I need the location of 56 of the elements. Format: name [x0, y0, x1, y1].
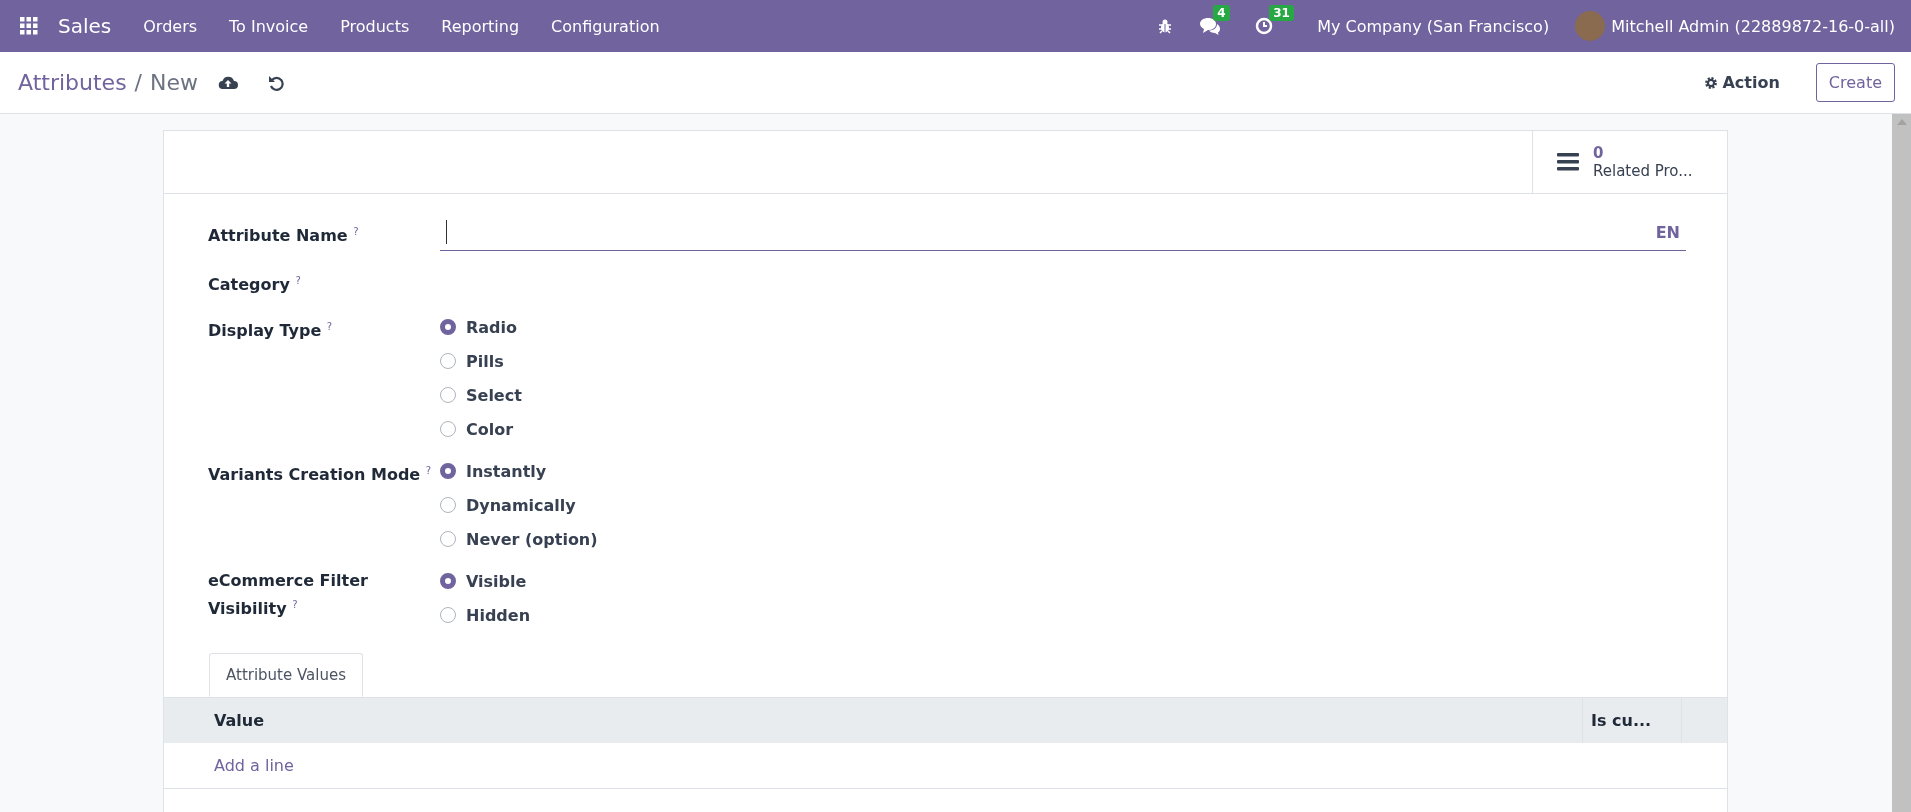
radio-label[interactable]: Dynamically [466, 495, 576, 515]
radio-button[interactable] [440, 353, 456, 370]
app-name[interactable]: Sales [58, 14, 112, 38]
menu-item[interactable]: Products [340, 16, 410, 36]
company-switcher[interactable]: My Company (San Francisco) [1317, 16, 1550, 36]
field-label: eCommerce Filter Visibility $^{?}$ [208, 570, 369, 621]
app-grid-icon[interactable] [20, 17, 38, 35]
radio-button[interactable] [440, 573, 456, 590]
cloud-upload-icon[interactable] [218, 75, 239, 90]
chat-icon[interactable] [1199, 17, 1222, 35]
menu-item[interactable]: Reporting [441, 16, 520, 36]
notebook-tab[interactable]: Attribute Values [209, 653, 363, 698]
radio-label[interactable]: Visible [466, 571, 527, 591]
breadcrumb-separator: / [134, 70, 143, 95]
undo-icon[interactable] [268, 74, 285, 91]
scroll-up-arrow-icon[interactable] [1896, 119, 1907, 125]
breadcrumb-current: New [150, 70, 199, 95]
message-count-badge: 4 [1213, 5, 1230, 21]
gear-icon [1704, 75, 1719, 90]
activity-count-badge: 31 [1269, 5, 1294, 21]
radio-label[interactable]: Radio [466, 317, 518, 337]
field-label: Attribute Name $^{?}$ [208, 225, 360, 248]
related-products-label: Related Pro... [1593, 162, 1693, 180]
field-label: Category $^{?}$ [208, 274, 302, 297]
field-label: Variants Creation Mode $^{?}$ [208, 464, 433, 487]
radio-button[interactable] [440, 387, 456, 404]
radio-label[interactable]: Select [466, 385, 522, 405]
radio-label[interactable]: Hidden [466, 605, 531, 625]
field-label: Display Type $^{?}$ [208, 320, 334, 343]
add-line-link[interactable]: Add a line [214, 756, 294, 776]
create-button[interactable]: Create [1815, 63, 1895, 102]
menu-item[interactable]: Orders [143, 16, 198, 36]
radio-button[interactable] [440, 607, 456, 624]
related-products-count: 0 [1593, 144, 1604, 162]
radio-label[interactable]: Color [466, 419, 514, 439]
radio-label[interactable]: Never (option) [466, 529, 598, 549]
scrollbar[interactable] [1892, 114, 1911, 812]
column-header[interactable]: Value [214, 711, 1582, 731]
list-icon [1557, 153, 1579, 171]
user-menu[interactable]: Mitchell Admin (22889872-16-0-all) [1611, 16, 1895, 36]
menu-item[interactable]: Configuration [551, 16, 660, 36]
user-avatar[interactable] [1575, 11, 1606, 41]
clock-icon[interactable] [1255, 17, 1274, 35]
radio-button[interactable] [440, 463, 456, 480]
radio-button[interactable] [440, 421, 456, 438]
action-button[interactable]: Action [1698, 72, 1786, 93]
radio-label[interactable]: Instantly [466, 461, 547, 481]
radio-button[interactable] [440, 497, 456, 514]
language-button[interactable]: EN [1655, 222, 1680, 242]
radio-button[interactable] [440, 531, 456, 548]
menu-item[interactable]: To Invoice [229, 16, 309, 36]
column-header[interactable]: Is cu... [1582, 698, 1681, 744]
bug-icon[interactable] [1157, 18, 1174, 34]
breadcrumb-link[interactable]: Attributes [18, 70, 127, 95]
radio-label[interactable]: Pills [466, 351, 504, 371]
radio-button[interactable] [440, 319, 456, 336]
